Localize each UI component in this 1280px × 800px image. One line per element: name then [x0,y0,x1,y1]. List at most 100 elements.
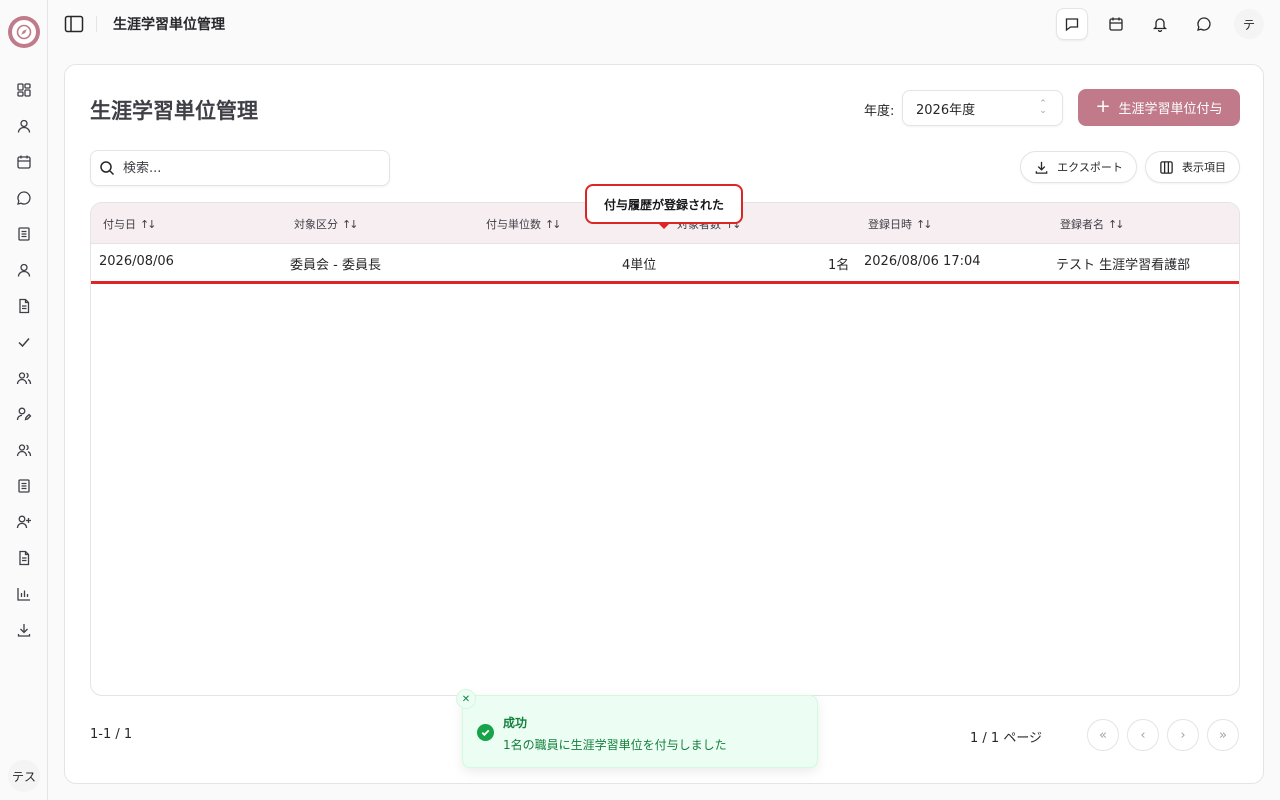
column-header-category[interactable]: 対象区分 ↑↓ [294,216,359,232]
chevron-up-down-icon: ⌃ ⌄ [1039,99,1047,116]
add-button-label: 生涯学習単位付与 [1118,102,1223,117]
sidebar-item-dashboard[interactable] [0,72,48,108]
chat-bubble-icon [17,191,31,205]
user-edit-icon [16,407,32,421]
cell-target-count: 1名 [828,258,850,273]
pagination: « ‹ › » [1087,719,1239,751]
bar-chart-icon [17,588,30,601]
chat-button[interactable] [1188,8,1220,40]
search-icon [100,161,115,176]
sidebar-item-groups[interactable] [0,360,48,396]
column-label: 登録日時 [868,218,912,231]
main-card: 生涯学習単位管理 年度: 2026年度 ⌃⌄ + 生涯学習単位付与 エクスポート… [64,64,1264,784]
column-header-units[interactable]: 付与単位数 ↑↓ [486,216,562,232]
cell-category: 委員会 - 委員長 [290,258,381,273]
page-title: 生涯学習単位管理 [90,99,258,123]
message-square-icon [1065,18,1079,32]
toast-close-button[interactable]: ✕ [456,689,476,709]
column-label: 付与日 [103,218,136,231]
chevrons-right-icon: » [1219,727,1227,743]
year-select[interactable]: 2026年度 ⌃ ⌄ [902,90,1063,126]
check-icon [18,338,30,348]
sidebar-item-records[interactable] [0,216,48,252]
add-learning-units-button[interactable]: + 生涯学習単位付与 [1078,89,1240,126]
cell-registrant: テスト 生涯学習看護部 [1056,258,1191,273]
user-icon [17,263,31,277]
sidebar-item-team[interactable] [0,432,48,468]
plus-icon: + [1095,95,1111,117]
compass-icon [12,20,36,44]
users-icon [16,444,32,457]
first-page-button[interactable]: « [1087,719,1119,751]
callout-pointer [657,222,671,229]
column-header-grant-date[interactable]: 付与日 ↑↓ [103,216,157,232]
column-header-registrant[interactable]: 登録者名 ↑↓ [1060,216,1125,232]
columns-icon [1160,160,1173,174]
row-range: 1-1 / 1 [90,727,133,742]
last-page-button[interactable]: » [1207,719,1239,751]
notifications-button[interactable] [1144,8,1176,40]
sort-icon: ↑↓ [545,218,562,231]
year-label: 年度: [864,104,895,119]
header-title: 生涯学習単位管理 [113,17,225,33]
columns-button-label: 表示項目 [1182,161,1226,174]
file-text-icon [19,298,30,314]
sidebar-item-add-user[interactable] [0,504,48,540]
toast-message: 1名の職員に生涯学習単位を付与しました [503,738,727,752]
prev-page-button[interactable]: ‹ [1127,719,1159,751]
sidebar-item-user-edit[interactable] [0,396,48,432]
sidebar-item-approvals[interactable] [0,324,48,360]
app-logo[interactable] [8,16,40,48]
feedback-button[interactable] [1056,8,1088,40]
sidebar-item-staff[interactable] [0,252,48,288]
cell-registered-at: 2026/08/06 17:04 [864,254,981,269]
column-label: 付与単位数 [486,218,541,231]
toast-title: 成功 [503,716,528,730]
sidebar-nav [0,72,48,648]
close-icon: ✕ [461,693,471,705]
download-icon [1035,161,1048,174]
sidebar-user-avatar[interactable]: テス [8,760,40,792]
calendar-icon [1109,17,1123,31]
download-icon [17,624,31,637]
export-button[interactable]: エクスポート [1020,151,1137,183]
bell-icon [1152,18,1168,32]
panel-left-icon [64,15,84,33]
column-label: 対象区分 [294,218,338,231]
sidebar-toggle-button[interactable] [62,12,86,36]
dashboard-icon [17,83,31,97]
columns-button[interactable]: 表示項目 [1145,151,1240,183]
header-user-avatar[interactable]: テ [1234,9,1264,39]
sidebar-item-messages[interactable] [0,180,48,216]
document-lines-icon [18,227,30,241]
year-select-value: 2026年度 [916,102,976,118]
search-box [90,150,390,186]
sidebar-item-lifelong-learning[interactable] [0,468,48,504]
sidebar-item-calendar[interactable] [0,144,48,180]
column-header-registered-at[interactable]: 登録日時 ↑↓ [868,216,933,232]
search-input[interactable] [123,160,373,176]
user-icon [17,119,31,133]
next-page-button[interactable]: › [1167,719,1199,751]
calendar-button[interactable] [1100,8,1132,40]
header-divider [96,16,97,32]
success-toast: ✕ 成功 1名の職員に生涯学習単位を付与しました [456,689,818,768]
sidebar-item-profile[interactable] [0,108,48,144]
chat-bubble-icon [1197,17,1211,31]
table-row[interactable]: 2026/08/06 委員会 - 委員長 4単位 1名 2026/08/06 1… [91,244,1239,284]
sidebar-item-reports[interactable] [0,540,48,576]
registered-callout: 付与履歴が登録された [585,184,743,224]
check-circle-icon [477,724,494,741]
sidebar-item-download[interactable] [0,612,48,648]
cell-grant-date: 2026/08/06 [99,254,174,269]
header-actions: テ [1056,8,1264,40]
column-label: 登録者名 [1060,218,1104,231]
calendar-icon [17,155,31,169]
chevrons-left-icon: « [1099,727,1107,743]
sidebar-item-analytics[interactable] [0,576,48,612]
file-text-icon [19,550,30,566]
sort-icon: ↑↓ [140,218,157,231]
data-table: 付与日 ↑↓ 対象区分 ↑↓ 付与単位数 ↑↓ 対象者数 ↑↓ 登録日時 ↑↓ 登録者名 ↑… [90,202,1240,696]
sidebar-item-files[interactable] [0,288,48,324]
sort-icon: ↑↓ [916,218,933,231]
